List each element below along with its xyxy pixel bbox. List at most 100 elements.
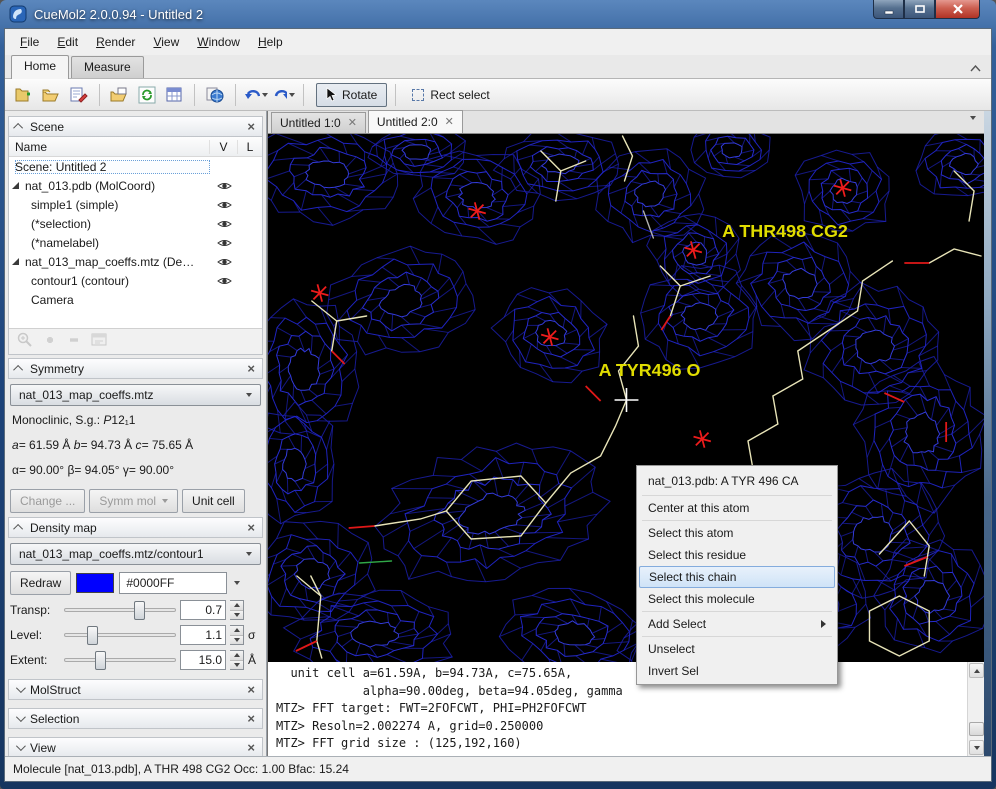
remove-icon[interactable] — [67, 333, 81, 350]
new-scene-icon[interactable] — [13, 83, 37, 107]
change-button[interactable]: Change ... — [10, 489, 85, 513]
level-slider[interactable] — [64, 633, 176, 637]
open-scene-icon[interactable] — [40, 83, 64, 107]
menu-item-invert-sel[interactable]: Invert Sel — [639, 660, 835, 682]
menu-item-select-chain[interactable]: Select this chain — [639, 566, 835, 588]
transp-stepper[interactable] — [230, 600, 244, 620]
level-value[interactable]: 1.1 — [180, 625, 226, 645]
properties-icon[interactable] — [91, 333, 109, 350]
tree-row-molcoord[interactable]: nat_013.pdb (MolCoord) — [9, 176, 262, 195]
close-panel-icon[interactable]: × — [247, 521, 255, 534]
unit-cell-button[interactable]: Unit cell — [182, 489, 245, 513]
doc-tab-untitled1[interactable]: Untitled 1:0✕ — [271, 112, 366, 133]
view-panel-header[interactable]: View × — [8, 737, 263, 756]
redraw-button[interactable]: Redraw — [10, 571, 71, 595]
expand-panel-icon[interactable] — [16, 683, 26, 693]
slider-thumb[interactable] — [87, 626, 98, 645]
tab-list-dropdown-icon[interactable] — [968, 120, 976, 134]
scene-panel-header[interactable]: Scene × — [8, 116, 263, 137]
chevron-down-icon[interactable] — [234, 581, 240, 585]
menu-render[interactable]: Render — [87, 30, 144, 54]
menu-window[interactable]: Window — [188, 30, 249, 54]
symmetry-panel-header[interactable]: Symmetry × — [8, 358, 263, 379]
tree-row-scene[interactable]: Scene: Untitled 2 — [9, 157, 262, 176]
scrollbar-thumb[interactable] — [969, 722, 984, 736]
doc-tab-untitled2[interactable]: Untitled 2:0✕ — [368, 110, 463, 133]
scroll-down-icon[interactable] — [969, 740, 984, 755]
eye-icon[interactable] — [210, 219, 238, 229]
collapse-panel-icon[interactable] — [13, 123, 23, 133]
menu-help[interactable]: Help — [249, 30, 292, 54]
expander-icon[interactable] — [12, 182, 19, 189]
open-file-icon[interactable] — [108, 83, 132, 107]
close-panel-icon[interactable]: × — [247, 683, 255, 696]
tab-measure[interactable]: Measure — [71, 56, 144, 78]
density-target-select[interactable]: nat_013_map_coeffs.mtz/contour1 — [10, 543, 261, 565]
scroll-up-icon[interactable] — [969, 663, 984, 678]
undo-icon[interactable] — [244, 83, 268, 107]
restore-button[interactable] — [904, 0, 935, 19]
tree-row-camera[interactable]: Camera — [9, 290, 262, 309]
menu-item-select-atom[interactable]: Select this atom — [639, 522, 835, 544]
tree-row-mtz[interactable]: nat_013_map_coeffs.mtz (De… — [9, 252, 262, 271]
close-panel-icon[interactable]: × — [247, 712, 255, 725]
molecule-viewport[interactable]: A THR498 CG2A TYR496 O — [268, 134, 984, 662]
extent-stepper[interactable] — [230, 650, 244, 670]
expand-panel-icon[interactable] — [16, 712, 26, 722]
slider-thumb[interactable] — [95, 651, 106, 670]
collapse-panel-icon[interactable] — [13, 524, 23, 534]
tree-row-contour1[interactable]: contour1 (contour) — [9, 271, 262, 290]
tab-home[interactable]: Home — [11, 55, 69, 79]
menu-item-add-select[interactable]: Add Select — [639, 613, 835, 635]
redo-icon[interactable] — [271, 83, 295, 107]
menu-item-select-residue[interactable]: Select this residue — [639, 544, 835, 566]
rect-select-button[interactable]: Rect select — [404, 88, 497, 102]
density-panel-header[interactable]: Density map × — [8, 517, 263, 538]
menu-item-select-molecule[interactable]: Select this molecule — [639, 588, 835, 610]
collapse-ribbon-icon[interactable] — [970, 61, 981, 75]
menu-view[interactable]: View — [144, 30, 188, 54]
menu-item-center-at-atom[interactable]: Center at this atom — [639, 497, 835, 519]
collapse-panel-icon[interactable] — [13, 365, 23, 375]
menu-file[interactable]: File — [11, 30, 48, 54]
slider-thumb[interactable] — [134, 601, 145, 620]
column-visible[interactable]: V — [210, 140, 238, 154]
eye-icon[interactable] — [210, 257, 238, 267]
eye-icon[interactable] — [210, 200, 238, 210]
selection-panel-header[interactable]: Selection × — [8, 708, 263, 729]
column-name[interactable]: Name — [9, 140, 210, 154]
close-panel-icon[interactable]: × — [247, 741, 255, 754]
save-scene-icon[interactable] — [67, 83, 91, 107]
rotate-button[interactable]: Rotate — [316, 83, 387, 107]
minimize-button[interactable] — [873, 0, 904, 19]
level-stepper[interactable] — [230, 625, 244, 645]
eye-icon[interactable] — [210, 238, 238, 248]
symmetry-target-select[interactable]: nat_013_map_coeffs.mtz — [10, 384, 261, 406]
color-swatch[interactable] — [76, 573, 114, 593]
expand-panel-icon[interactable] — [16, 741, 26, 751]
extent-slider[interactable] — [64, 658, 176, 662]
color-hex-field[interactable]: #0000FF — [119, 572, 227, 594]
symm-mol-button[interactable]: Symm mol — [89, 489, 178, 513]
close-tab-icon[interactable]: ✕ — [445, 112, 454, 132]
extent-value[interactable]: 15.0 — [180, 650, 226, 670]
add-icon[interactable] — [43, 333, 57, 350]
menu-item-unselect[interactable]: Unselect — [639, 638, 835, 660]
column-lock[interactable]: L — [238, 140, 262, 154]
tree-row-selection[interactable]: (*selection) — [9, 214, 262, 233]
menu-edit[interactable]: Edit — [48, 30, 87, 54]
tree-row-namelabel[interactable]: (*namelabel) — [9, 233, 262, 252]
transp-value[interactable]: 0.7 — [180, 600, 226, 620]
log-scrollbar[interactable] — [967, 662, 984, 756]
titlebar[interactable]: CueMol2 2.0.0.94 - Untitled 2 — [0, 0, 996, 28]
render-icon[interactable] — [203, 83, 227, 107]
tree-row-simple1[interactable]: simple1 (simple) — [9, 195, 262, 214]
table-icon[interactable] — [162, 83, 186, 107]
expander-icon[interactable] — [12, 258, 19, 265]
refresh-icon[interactable] — [135, 83, 159, 107]
eye-icon[interactable] — [210, 276, 238, 286]
eye-icon[interactable] — [210, 181, 238, 191]
close-panel-icon[interactable]: × — [247, 120, 255, 133]
close-button[interactable] — [935, 0, 980, 19]
transp-slider[interactable] — [64, 608, 176, 612]
